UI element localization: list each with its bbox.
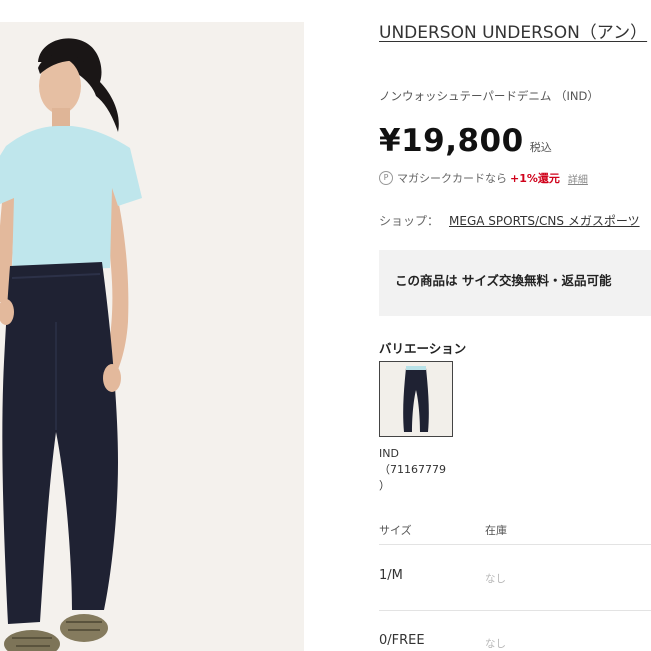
variation-label: IND （71167779 ） xyxy=(379,446,459,494)
shop-link[interactable]: MEGA SPORTS/CNS メガスポーツ xyxy=(449,214,640,228)
table-row[interactable]: 0/FREE なし xyxy=(379,633,651,650)
card-points-row: P マガシークカードなら +1%還元 詳細 xyxy=(379,170,588,186)
table-divider xyxy=(379,610,651,611)
return-notice-text: この商品は サイズ交換無料・返品可能 xyxy=(395,273,612,288)
table-row[interactable]: 1/M なし xyxy=(379,568,651,585)
card-points-text: マガシークカードなら xyxy=(397,172,507,185)
stock-table-header: サイズ 在庫 xyxy=(379,522,651,538)
stock-column-header: 在庫 xyxy=(485,524,507,537)
variation-color: IND xyxy=(379,447,399,460)
size-value: 1/M xyxy=(379,568,403,583)
size-column-header: サイズ xyxy=(379,524,412,537)
return-notice-box: この商品は サイズ交換無料・返品可能 xyxy=(379,250,651,316)
variation-thumbnail[interactable] xyxy=(379,361,453,437)
points-bonus: +1%還元 xyxy=(510,172,560,185)
price: ¥19,800 xyxy=(379,123,524,159)
price-row: ¥19,800 税込 xyxy=(379,123,552,159)
product-title[interactable]: UNDERSON UNDERSON（アン） xyxy=(379,20,651,46)
tax-label: 税込 xyxy=(529,141,552,154)
model-photo xyxy=(0,22,304,651)
product-info-panel: UNDERSON UNDERSON（アン） ノンウォッシュテーパードデニム （I… xyxy=(379,0,651,651)
variation-code: （71167779 xyxy=(379,463,446,476)
product-subtitle: ノンウォッシュテーパードデニム （IND） xyxy=(379,89,599,103)
points-detail-link[interactable]: 詳細 xyxy=(568,171,588,186)
shop-label: ショップ： xyxy=(379,214,440,228)
table-divider xyxy=(379,544,651,545)
shop-row: ショップ： MEGA SPORTS/CNS メガスポーツ xyxy=(379,212,640,229)
size-value: 0/FREE xyxy=(379,633,425,648)
variation-code-end: ） xyxy=(379,479,390,492)
variation-jeans-image xyxy=(380,362,452,436)
stock-value: なし xyxy=(485,638,506,650)
point-icon: P xyxy=(379,171,393,185)
variation-heading: バリエーション xyxy=(379,341,467,356)
stock-value: なし xyxy=(485,573,506,585)
product-main-image[interactable] xyxy=(0,22,304,651)
